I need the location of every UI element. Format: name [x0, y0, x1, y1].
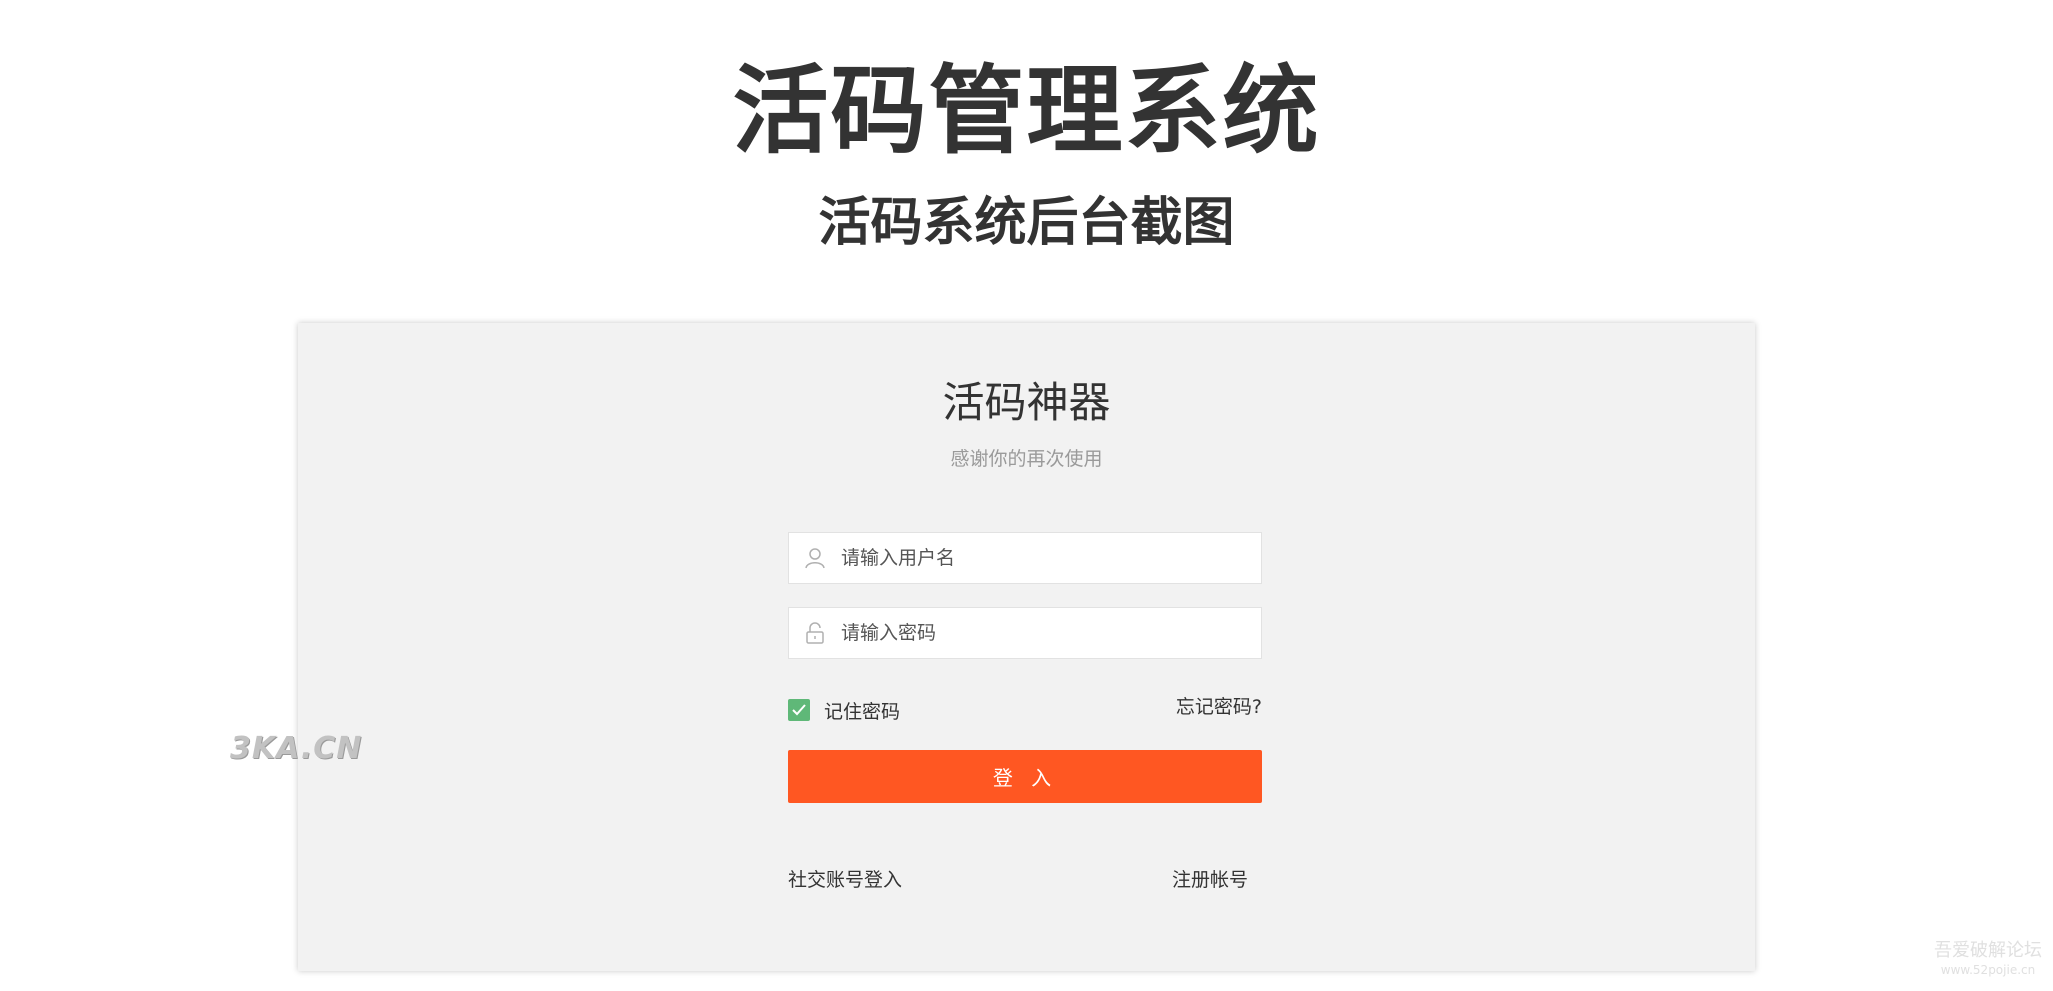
username-field[interactable]	[788, 532, 1262, 584]
forgot-password-link[interactable]: 忘记密码?	[1118, 693, 1262, 721]
remember-password-label: 记住密码	[824, 700, 901, 723]
watermark-52pojie-url: www.52pojie.cn	[1940, 963, 2036, 977]
watermark-52pojie: 吾爱破解论坛 www.52pojie.cn	[1928, 940, 2048, 978]
social-login-link[interactable]: 社交账号登入	[788, 866, 902, 894]
username-input[interactable]	[841, 533, 1251, 583]
login-card-subtitle: 感谢你的再次使用	[950, 448, 1103, 470]
login-card-title: 活码神器	[942, 378, 1111, 427]
login-button[interactable]: 登 入	[788, 750, 1262, 803]
user-icon	[803, 546, 827, 570]
remember-password-checkbox[interactable]: 记住密码	[788, 696, 900, 724]
page: 活码管理系统 活码系统后台截图 活码神器 感谢你的再次使用 请输入用户名 记住密…	[0, 0, 2053, 991]
check-icon	[792, 704, 806, 716]
page-subtitle: 活码系统后台截图	[818, 193, 1235, 253]
register-link[interactable]: 注册帐号	[1148, 866, 1248, 894]
login-card: 活码神器 感谢你的再次使用 请输入用户名 记住密码 忘记密码? 登 入 社交账号…	[298, 323, 1755, 971]
watermark-3ka: 3KA.CN	[230, 731, 363, 766]
watermark-52pojie-name: 吾爱破解论坛	[1934, 940, 2042, 961]
lock-icon	[803, 621, 827, 645]
password-input[interactable]	[841, 608, 1251, 658]
password-field[interactable]	[788, 607, 1262, 659]
page-title: 活码管理系统	[732, 55, 1321, 167]
checkbox-checked[interactable]	[788, 699, 810, 721]
